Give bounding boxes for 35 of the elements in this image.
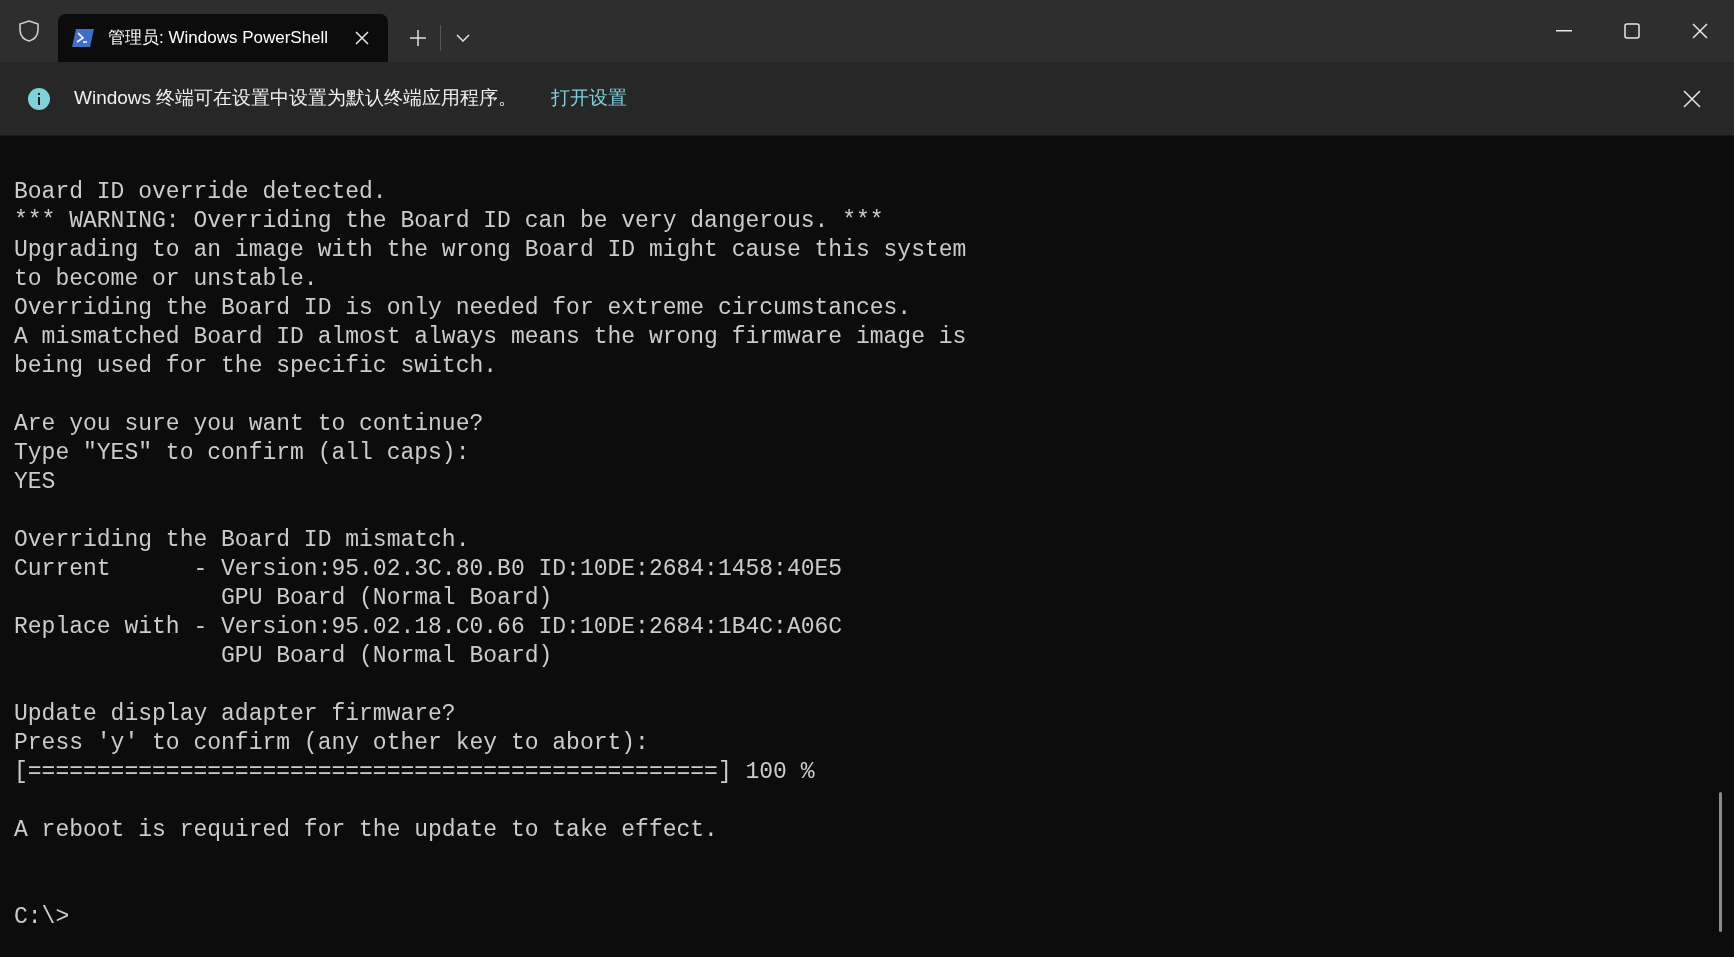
terminal-line: GPU Board (Normal Board) xyxy=(220,642,553,671)
tab-title: 管理员: Windows PowerShell xyxy=(108,27,329,50)
terminal-line: GPU Board (Normal Board) xyxy=(220,584,553,613)
info-message: Windows 终端可在设置中设置为默认终端应用程序。 xyxy=(74,86,518,111)
powershell-icon xyxy=(72,29,94,47)
terminal-line: [==================================================] 100 % xyxy=(14,758,815,787)
terminal-line: Current - Version:95.02.3C.80.B0 ID:10DE:2684:1458:40E5 xyxy=(14,555,843,584)
terminal-line: YES xyxy=(14,468,56,497)
terminal-line: Are you sure you want to continue? xyxy=(14,410,484,439)
terminal-line: Update display adapter firmware? xyxy=(14,700,456,729)
terminal-line: being used for the specific switch. xyxy=(14,352,498,381)
info-icon xyxy=(27,86,51,111)
maximize-icon xyxy=(1624,23,1640,39)
terminal-line: Upgrading to an image with the wrong Board ID might cause this system xyxy=(14,236,967,265)
terminal-line: to become or unstable. xyxy=(14,265,318,294)
scrollbar-thumb[interactable] xyxy=(1719,792,1722,932)
terminal-line: *** WARNING: Overriding the Board ID can be very dangerous. *** xyxy=(14,207,884,236)
terminal-line: Type "YES" to confirm (all caps): xyxy=(14,439,470,468)
open-settings-link[interactable]: 打开设置 xyxy=(551,84,628,113)
close-icon xyxy=(355,31,370,45)
terminal-line: Press 'y' to confirm (any other key to abort): xyxy=(14,729,649,758)
terminal-line: Board ID override detected. xyxy=(14,178,387,207)
terminal-line: Overriding the Board ID is only needed for extreme circumstances. xyxy=(14,294,912,323)
command-prompt: C:\> xyxy=(14,903,70,932)
chevron-down-icon xyxy=(456,34,471,42)
terminal-line: Overriding the Board ID mismatch. xyxy=(14,526,470,555)
terminal-tab[interactable]: 管理员: Windows PowerShell xyxy=(58,14,389,62)
terminal-line: Replace with - Version:95.02.18.C0.66 ID:10DE:2684:1B4C:A06C xyxy=(14,613,843,642)
close-icon xyxy=(1683,89,1701,108)
close-icon xyxy=(1692,23,1708,39)
terminal-line: A mismatched Board ID almost always means the wrong firmware image is xyxy=(14,323,967,352)
shield-icon xyxy=(18,19,40,43)
plus-icon xyxy=(409,29,428,47)
minimize-icon xyxy=(1556,30,1572,32)
terminal-line: A reboot is required for the update to take effect. xyxy=(14,816,718,845)
